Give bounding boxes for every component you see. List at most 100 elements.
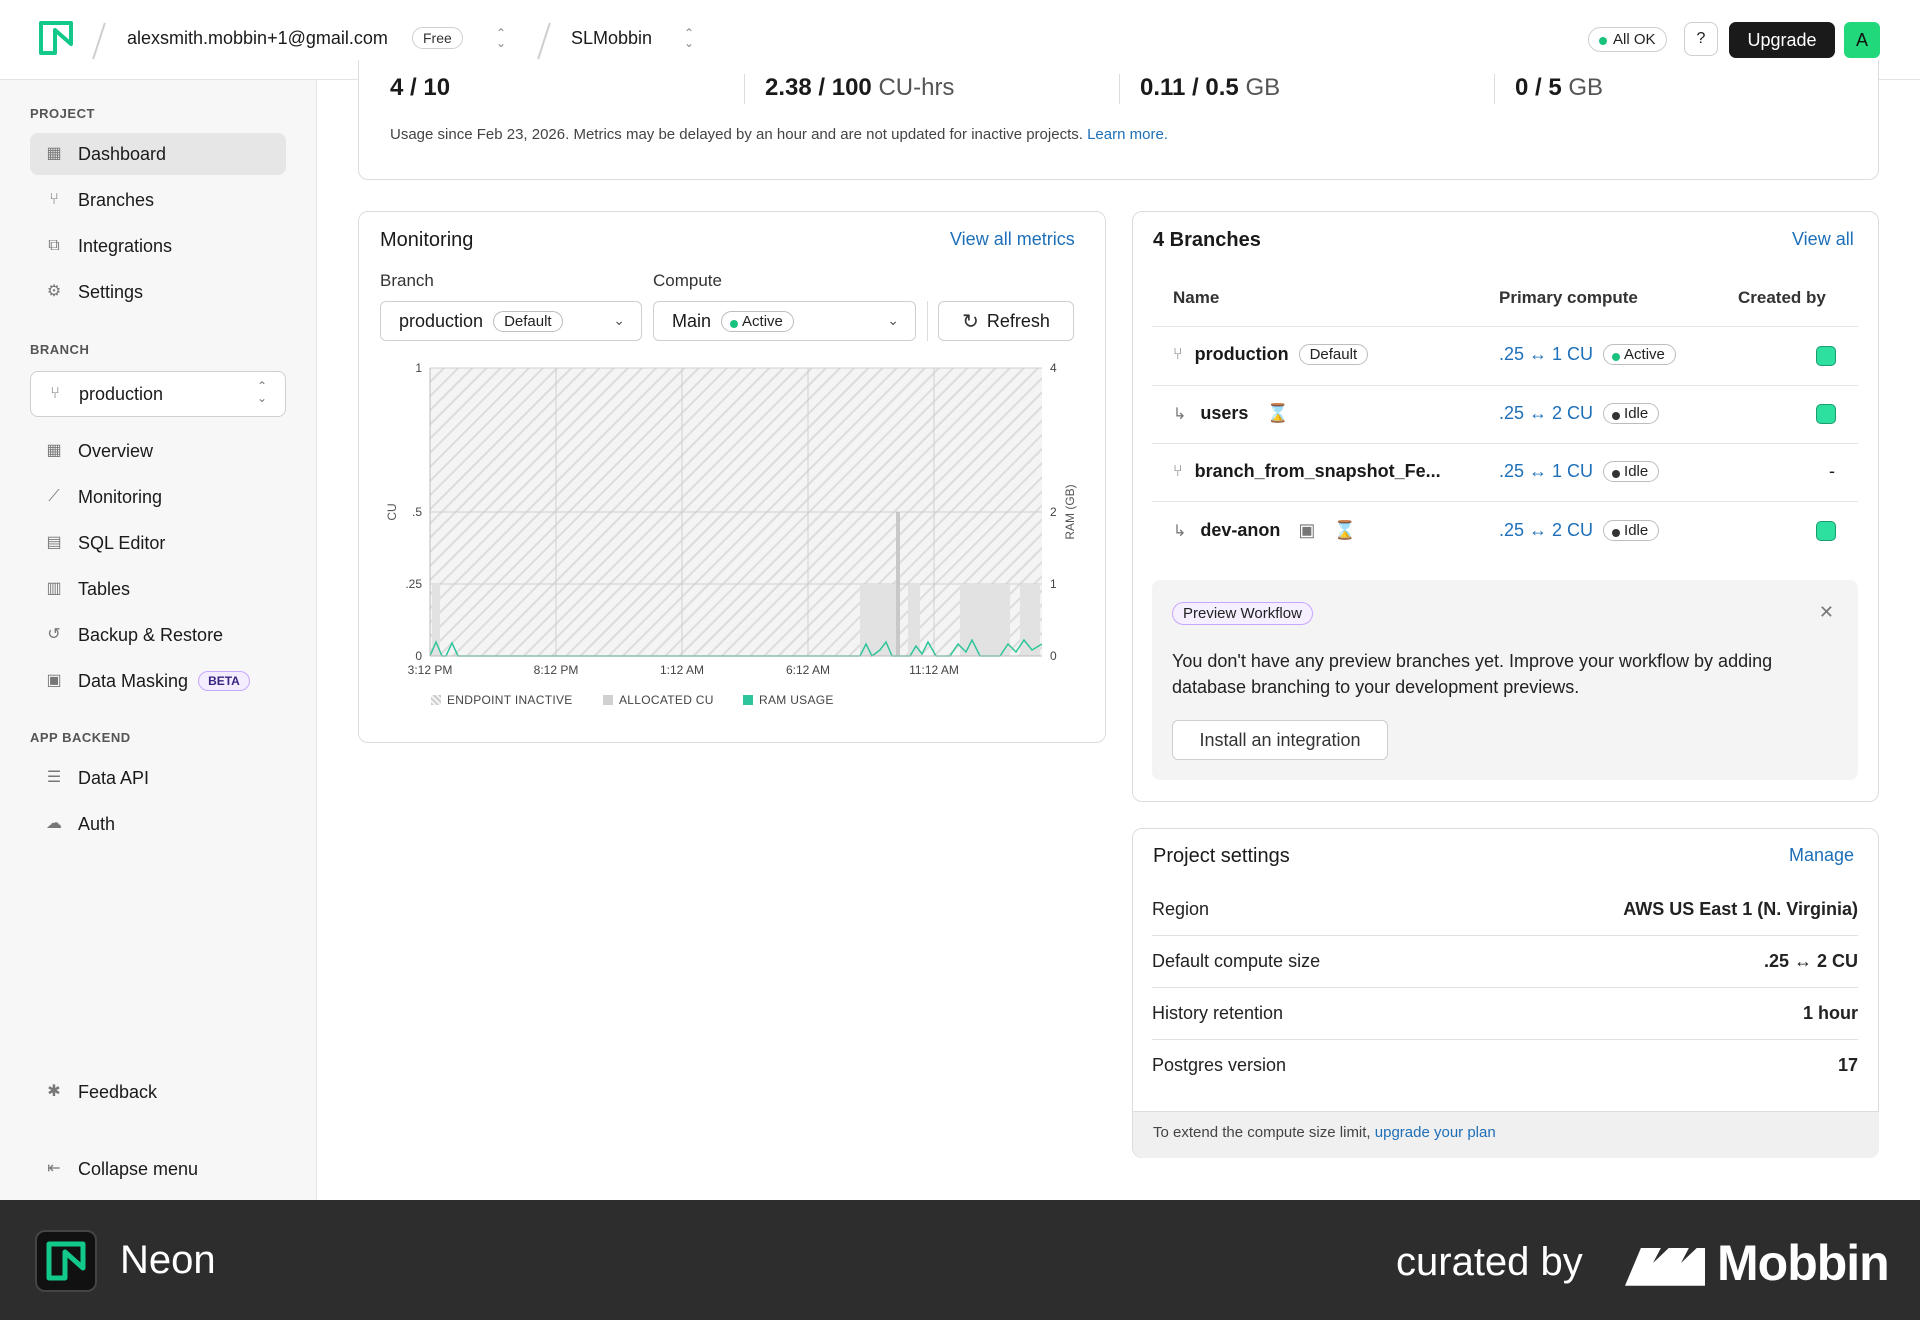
allocated-cu-bar — [432, 584, 440, 656]
manage-link[interactable]: Manage — [1789, 845, 1854, 866]
divider — [1152, 443, 1858, 444]
column-header-created-by[interactable]: Created by — [1738, 288, 1826, 308]
sidebar-item-tables[interactable]: ▥ Tables — [30, 568, 286, 610]
settings-row-region: Region AWS US East 1 (N. Virginia) — [1152, 899, 1858, 920]
footer-bar: Neon curated by Mobbin — [0, 1200, 1920, 1320]
project-settings-card — [1132, 828, 1879, 1158]
sidebar-item-auth[interactable]: ☁ Auth — [30, 803, 286, 845]
compute-label: Compute — [653, 271, 722, 290]
usage-note-text: Usage since Feb 23, 2026. Metrics may be… — [390, 126, 1083, 143]
view-all-metrics-link[interactable]: View all metrics — [950, 229, 1075, 250]
sidebar-item-label: Branches — [78, 189, 155, 210]
y-tick-label-left: .5 — [412, 505, 422, 519]
legend-endpoint-inactive: ENDPOINT INACTIVE — [431, 693, 573, 707]
sidebar: PROJECT ▦ Dashboard ⑂ Branches ⧉ Integra… — [0, 80, 317, 1220]
branch-name[interactable]: dev-anon — [1200, 520, 1280, 541]
learn-more-link[interactable]: Learn more. — [1087, 126, 1168, 143]
auth-icon: ☁ — [46, 815, 62, 832]
child-branch-icon: ↳ — [1173, 405, 1187, 423]
status-badge: Idle — [1603, 461, 1660, 482]
sidebar-item-label: Auth — [78, 813, 116, 834]
compute-range[interactable]: .25 ↔ 2 CU — [1499, 403, 1593, 424]
refresh-button[interactable]: ↻ Refresh — [938, 301, 1074, 341]
install-integration-button[interactable]: Install an integration — [1172, 720, 1388, 760]
account-email[interactable]: alexsmith.mobbin+1@gmail.com — [127, 28, 388, 49]
sidebar-item-label: Settings — [78, 281, 144, 302]
sidebar-item-label: Feedback — [78, 1081, 158, 1102]
sidebar-item-branches[interactable]: ⑂ Branches — [30, 179, 286, 221]
branch-icon: ⑂ — [50, 385, 60, 402]
monitoring-icon: ⟋ — [48, 488, 60, 505]
sidebar-item-sql-editor[interactable]: ▤ SQL Editor — [30, 522, 286, 564]
column-header-primary-compute[interactable]: Primary compute — [1499, 288, 1638, 308]
branch-selector[interactable]: ⑂ production ⌃ ⌄ — [30, 371, 286, 417]
sidebar-item-data-api[interactable]: ☰ Data API — [30, 757, 286, 799]
preview-workflow-text: You don't have any preview branches yet.… — [1172, 651, 1773, 697]
compute-cell[interactable]: .25 ↔ 2 CU Idle — [1499, 403, 1660, 424]
sql-editor-icon: ▤ — [46, 534, 62, 551]
project-name[interactable]: SLMobbin — [571, 28, 652, 49]
overview-icon: ▦ — [46, 442, 62, 459]
account-switcher-icon[interactable]: ⌃ ⌄ — [494, 27, 508, 52]
sidebar-item-dashboard[interactable]: ▦ Dashboard — [30, 133, 286, 175]
table-row[interactable]: ↳ users ⌛ — [1173, 403, 1289, 424]
refresh-label: Refresh — [986, 310, 1050, 331]
branch-name[interactable]: branch_from_snapshot_Fe... — [1195, 461, 1441, 482]
neon-logo-icon — [35, 1230, 97, 1292]
help-icon[interactable]: ? — [1684, 22, 1718, 56]
legend-label: ENDPOINT INACTIVE — [447, 693, 573, 707]
close-icon[interactable]: ✕ — [1819, 602, 1834, 623]
section-heading-branch: BRANCH — [30, 342, 90, 357]
compute-range[interactable]: .25 ↔ 2 CU — [1499, 520, 1593, 541]
view-all-branches-link[interactable]: View all — [1792, 229, 1854, 250]
compute-cell[interactable]: .25 ↔ 2 CU Idle — [1499, 520, 1660, 541]
branch-name[interactable]: production — [1195, 344, 1289, 365]
table-row[interactable]: ⑂ branch_from_snapshot_Fe... — [1173, 461, 1441, 482]
compute-dropdown[interactable]: Main Active ⌄ — [653, 301, 916, 341]
settings-row-history: History retention 1 hour — [1152, 1003, 1858, 1024]
avatar[interactable]: A — [1844, 22, 1880, 58]
legend-swatch — [743, 695, 753, 705]
compute-range[interactable]: .25 ↔ 1 CU — [1499, 344, 1593, 365]
y-tick-label-left: 1 — [415, 361, 422, 375]
usage-metric: 4 / 10 — [390, 74, 450, 102]
sidebar-item-overview[interactable]: ▦ Overview — [30, 430, 286, 472]
usage-unit: CU-hrs — [878, 74, 955, 101]
usage-metric: 0.11 / 0.5 GB — [1140, 74, 1280, 102]
usage-card: 4 / 10 2.38 / 100 CU-hrs 0.11 / 0.5 GB 0… — [358, 60, 1879, 180]
compute-range[interactable]: .25 ↔ 1 CU — [1499, 461, 1593, 482]
mobbin-mark-icon — [1625, 1247, 1705, 1286]
chevron-updown-icon: ⌃ ⌄ — [256, 379, 267, 405]
gear-icon: ⚙ — [46, 283, 62, 300]
sidebar-item-backup-restore[interactable]: ↺ Backup & Restore — [30, 614, 286, 656]
sidebar-item-settings[interactable]: ⚙ Settings — [30, 271, 286, 313]
collapse-menu-button[interactable]: ⇤ Collapse menu — [30, 1148, 286, 1190]
legend-ram-usage: RAM USAGE — [743, 693, 834, 707]
y-axis-label-left: CU — [385, 503, 399, 520]
data-api-icon: ☰ — [46, 769, 62, 786]
sidebar-item-data-masking[interactable]: ▣ Data Masking BETA — [30, 660, 286, 702]
branch-dropdown[interactable]: production Default ⌄ — [380, 301, 642, 341]
branch-selector-value: production — [79, 383, 164, 404]
sidebar-item-integrations[interactable]: ⧉ Integrations — [30, 225, 286, 267]
neon-logo-icon[interactable] — [38, 20, 74, 56]
branch-name[interactable]: users — [1200, 403, 1248, 424]
status-badge[interactable]: All OK — [1588, 27, 1667, 52]
feedback-button[interactable]: ✱ Feedback — [30, 1071, 286, 1113]
compute-cell[interactable]: .25 ↔ 1 CU Idle — [1499, 461, 1660, 482]
column-header-name[interactable]: Name — [1173, 288, 1219, 308]
table-row[interactable]: ↳ dev-anon ▣ ⌛ — [1173, 520, 1356, 541]
settings-row-compute: Default compute size .25 ↔ 2 CU — [1152, 951, 1858, 972]
status-badge: Idle — [1603, 520, 1660, 541]
table-row[interactable]: ⑂ production Default — [1173, 344, 1369, 365]
settings-label: History retention — [1152, 1003, 1284, 1023]
settings-value: AWS US East 1 (N. Virginia) — [1623, 899, 1858, 919]
sidebar-item-monitoring[interactable]: ⟋ Monitoring — [30, 476, 286, 518]
compute-cell[interactable]: .25 ↔ 1 CU Active — [1499, 344, 1676, 365]
sidebar-item-label: Backup & Restore — [78, 624, 224, 645]
upgrade-plan-link[interactable]: upgrade your plan — [1375, 1124, 1496, 1141]
settings-value: 17 — [1837, 1055, 1858, 1075]
project-switcher-icon[interactable]: ⌃ ⌄ — [682, 27, 696, 52]
upgrade-button[interactable]: Upgrade — [1729, 22, 1835, 58]
creator-empty: - — [1829, 461, 1835, 481]
